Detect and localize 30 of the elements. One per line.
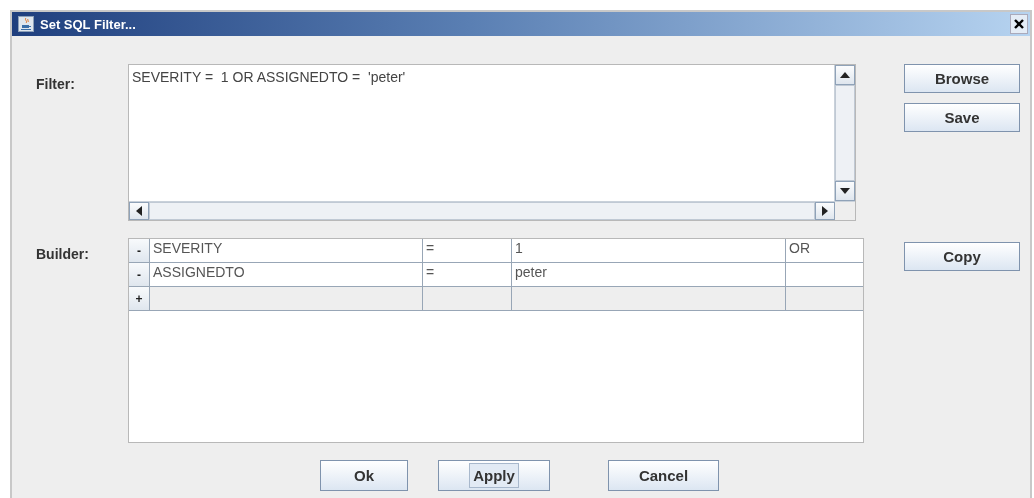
remove-row-button[interactable]: -: [129, 263, 150, 286]
dialog-button[interactable]: Apply: [438, 460, 550, 491]
up-arrow-icon: [840, 72, 850, 78]
table-cell: =: [423, 239, 512, 262]
right-arrow-icon: [822, 206, 828, 216]
dialog-button[interactable]: Cancel: [608, 460, 719, 491]
filter-label: Filter:: [35, 75, 76, 92]
down-arrow-icon: [840, 188, 850, 194]
close-icon: [1014, 19, 1024, 29]
remove-row-button[interactable]: -: [129, 239, 150, 262]
vertical-scrollbar[interactable]: [834, 65, 855, 201]
filter-text-area[interactable]: SEVERITY = 1 OR ASSIGNEDTO = 'peter': [128, 64, 856, 221]
close-button[interactable]: [1010, 14, 1028, 34]
filter-text: SEVERITY = 1 OR ASSIGNEDTO = 'peter': [132, 69, 406, 85]
table-cell: 1: [512, 239, 786, 262]
table-cell: peter: [512, 263, 786, 286]
left-arrow-icon: [136, 206, 142, 216]
side-button[interactable]: Browse: [904, 64, 1020, 93]
add-row-button[interactable]: +: [129, 287, 150, 310]
table-cell: SEVERITY: [150, 239, 423, 262]
table-cell-text: OR: [788, 239, 811, 258]
table-cell: ASSIGNEDTO: [150, 263, 423, 286]
copy-button[interactable]: Copy: [904, 242, 1020, 271]
dialog-button[interactable]: Ok: [320, 460, 408, 491]
cup-icon: [18, 16, 34, 32]
builder-label: Builder:: [35, 245, 90, 262]
side-button[interactable]: Save: [904, 103, 1020, 132]
horizontal-scrollbar[interactable]: [129, 201, 855, 220]
table-cell: =: [423, 263, 512, 286]
window-title: Set SQL Filter...: [40, 16, 136, 32]
